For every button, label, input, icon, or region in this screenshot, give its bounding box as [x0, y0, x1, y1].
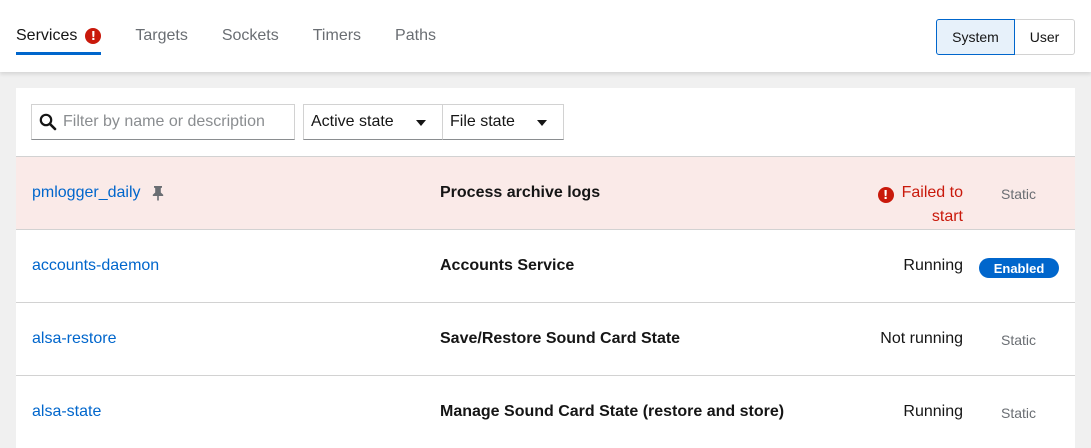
top-navigation-bar: Services ! Targets Sockets Timers Paths … [0, 0, 1091, 72]
tab-label: Paths [395, 27, 436, 44]
tab-label: Sockets [221, 27, 279, 44]
unit-file-state: Static [1001, 332, 1037, 348]
system-scope-button[interactable]: System [936, 19, 1015, 55]
exclamation-circle-icon: ! [85, 28, 102, 44]
unit-name: alsa-restore [32, 330, 117, 347]
tab-label: Targets [135, 27, 188, 44]
unit-name: accounts-daemon [32, 257, 160, 274]
unit-state: ! Failed to start [843, 181, 963, 229]
tab-label: Services [16, 27, 78, 44]
table-row[interactable]: alsa-restore Save/Restore Sound Card Sta… [16, 302, 1075, 375]
unit-name-link[interactable]: alsa-state [32, 403, 101, 421]
tab-label: Timers [312, 27, 362, 44]
table-row[interactable]: pmlogger_daily Process archive logs ! Fai… [16, 156, 1075, 229]
search-box [31, 104, 295, 140]
scope-toggle-group: System User [936, 19, 1075, 55]
caret-down-icon [537, 120, 547, 126]
unit-name: pmlogger_daily [32, 184, 141, 201]
unit-file-state: Static [1001, 186, 1037, 202]
unit-state: Not running [880, 330, 963, 347]
unit-file-state: Static [1001, 405, 1037, 421]
unit-description: Process archive logs [440, 184, 601, 201]
tab-services[interactable]: Services ! [16, 0, 102, 72]
unit-description: Manage Sound Card State (restore and sto… [440, 403, 785, 420]
file-state-select[interactable]: File state [443, 104, 564, 140]
unit-name-link[interactable]: alsa-restore [32, 330, 116, 348]
unit-name: alsa-state [32, 403, 102, 420]
unit-name-link[interactable]: pmlogger_daily [32, 184, 165, 202]
tab-timers[interactable]: Timers [313, 0, 361, 72]
caret-down-icon [416, 120, 426, 126]
unit-state-text: Failed to start [901, 184, 963, 225]
units-table: pmlogger_daily Process archive logs ! Fai… [16, 156, 1075, 448]
active-state-label: Active state [311, 113, 394, 130]
unit-state: Running [903, 257, 963, 274]
unit-name-link[interactable]: accounts-daemon [32, 257, 159, 275]
file-state-label: File state [450, 113, 515, 130]
enabled-badge: Enabled [979, 258, 1059, 278]
unit-type-tabs: Services ! Targets Sockets Timers Paths [16, 0, 470, 72]
tab-sockets[interactable]: Sockets [222, 0, 279, 72]
table-row[interactable]: accounts-daemon Accounts Service Running… [16, 229, 1075, 302]
tab-paths[interactable]: Paths [395, 0, 436, 72]
active-state-select[interactable]: Active state [303, 104, 443, 140]
user-scope-button[interactable]: User [1015, 19, 1075, 55]
unit-description: Save/Restore Sound Card State [440, 330, 681, 347]
unit-description: Accounts Service [440, 257, 575, 274]
tab-targets[interactable]: Targets [135, 0, 187, 72]
services-card: Active state File state pmlogger_daily P… [16, 88, 1075, 448]
table-row[interactable]: alsa-state Manage Sound Card State (rest… [16, 375, 1075, 448]
exclamation-circle-icon: ! [877, 187, 894, 203]
thumbtack-icon [151, 185, 165, 201]
filter-toolbar: Active state File state [31, 104, 564, 140]
search-input[interactable] [63, 105, 288, 139]
unit-state: Running [903, 403, 963, 420]
search-icon [39, 113, 57, 136]
